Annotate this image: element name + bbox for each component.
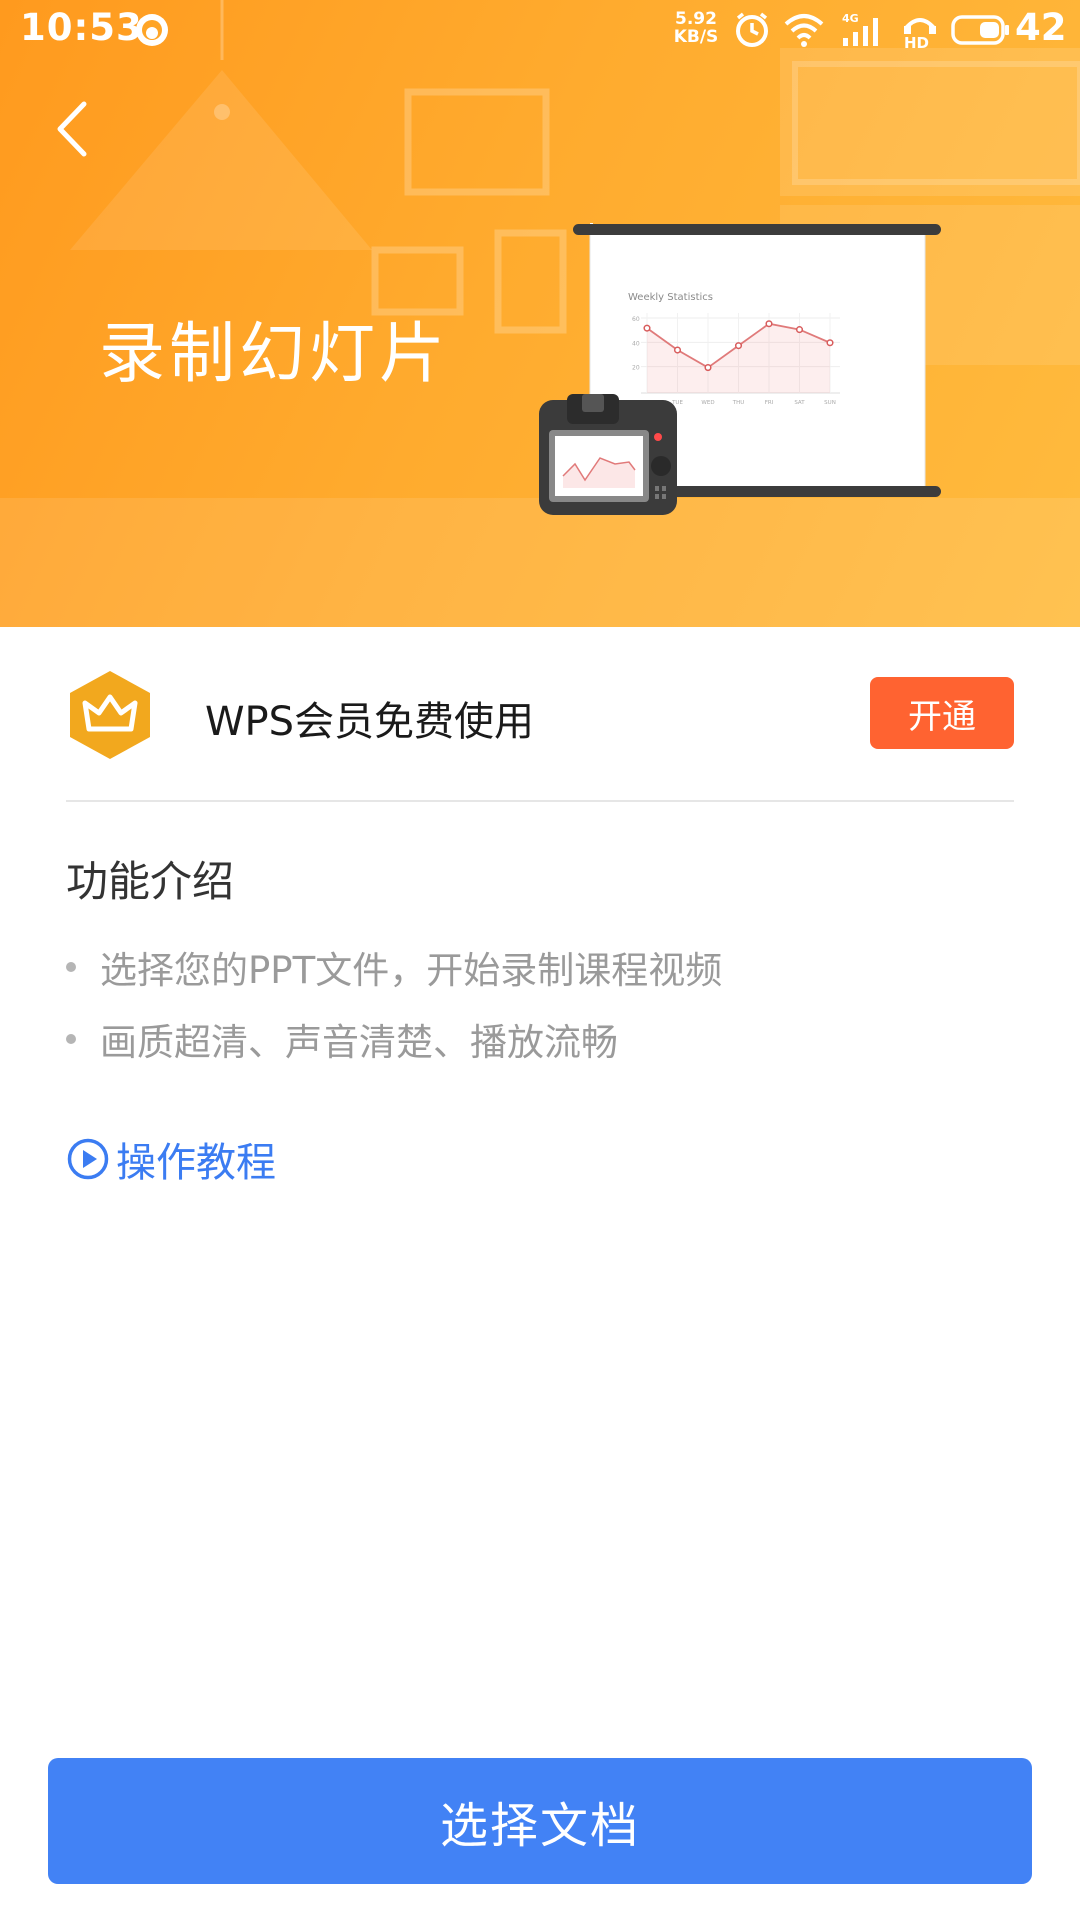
feature-item: 选择您的PPT文件，开始录制课程视频 <box>66 940 722 994</box>
slide-chart-point <box>643 324 651 332</box>
slide-chart-xtick: SUN <box>824 400 836 406</box>
hd-voice-icon: HD <box>904 18 936 50</box>
page-title: 录制幻灯片 <box>99 315 449 392</box>
battery-icon <box>951 15 1009 45</box>
projector-camera-illustration: Weekly Statistics 604020 MONTUEWEDTHUFRI… <box>539 223 941 515</box>
network-speed: 5.92 KB/S <box>672 10 720 46</box>
slide-chart-xtick: SAT <box>794 400 805 406</box>
wifi-icon <box>784 14 824 47</box>
back-button[interactable] <box>46 92 106 166</box>
feature-item-text: 选择您的PPT文件，开始录制课程视频 <box>100 949 723 992</box>
alarm-icon <box>736 12 768 47</box>
activate-vip-button[interactable]: 开通 <box>870 677 1014 749</box>
back-arrow-icon <box>57 101 87 157</box>
select-document-button[interactable]: 选择文档 <box>48 1758 1032 1884</box>
slide-chart-xtick: WED <box>701 400 714 406</box>
slide-chart-ytick: 20 <box>632 365 640 372</box>
camera-icon <box>539 394 677 515</box>
slide-chart-point <box>734 342 743 350</box>
projector-top-bar <box>573 224 941 235</box>
slide-chart-point <box>795 326 804 334</box>
slide-chart-xtick: FRI <box>765 400 774 406</box>
slide-chart-point <box>765 320 773 328</box>
hd-label: HD <box>904 34 929 50</box>
slide-chart-point <box>826 339 834 347</box>
feature-item: 画质超清、声音清楚、播放流畅 <box>66 1012 618 1066</box>
battery-level: 42 <box>1015 6 1067 49</box>
status-time: 10:53 <box>20 6 143 49</box>
network-type-label: 4G <box>842 12 859 25</box>
vip-promo-row: WPS会员免费使用 开通 <box>0 627 1080 802</box>
slide-chart-point <box>704 364 712 372</box>
hero-banner: 10:53 5.92 KB/S 4G HD 42 录制幻灯片 Weekly St… <box>0 0 1080 627</box>
slide-chart-ytick: 40 <box>632 340 640 347</box>
bullet-icon <box>66 962 76 972</box>
vip-promo-text: WPS会员免费使用 <box>205 699 535 745</box>
vip-crown-icon <box>70 671 150 759</box>
cellular-signal-icon: 4G <box>842 12 878 46</box>
slide-chart-ytick: 60 <box>632 316 640 323</box>
slide-chart-point <box>673 346 682 354</box>
tutorial-link-label: 操作教程 <box>116 1140 276 1186</box>
tutorial-link[interactable]: 操作教程 <box>66 1130 276 1188</box>
network-speed-value: 5.92 <box>675 9 717 29</box>
play-circle-icon <box>67 1138 109 1180</box>
status-bar: 10:53 5.92 KB/S 4G HD 42 <box>0 0 1080 60</box>
section-divider <box>66 800 1014 802</box>
slide-chart-title: Weekly Statistics <box>628 292 713 303</box>
slide-chart-xtick: THU <box>732 400 745 406</box>
network-speed-unit: KB/S <box>673 27 719 47</box>
feature-item-text: 画质超清、声音清楚、播放流畅 <box>100 1021 618 1064</box>
features-heading: 功能介绍 <box>66 857 235 906</box>
bullet-icon <box>66 1034 76 1044</box>
app-notification-icon <box>136 14 168 46</box>
